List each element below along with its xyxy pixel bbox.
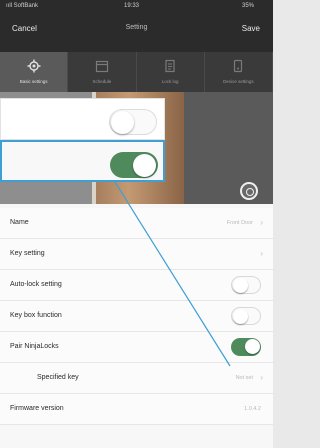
tab-label: Basic settings [19,79,48,84]
calendar-icon [95,60,108,73]
nav-bar: Cancel Setting Save [0,20,273,40]
key-box-toggle[interactable] [231,307,261,325]
auto-lock-toggle[interactable] [231,276,261,294]
page-title: Setting [125,24,148,31]
row-key-box: Key box function [0,301,273,332]
tab-label: Lock log [161,79,179,84]
row-value: Not set [235,375,253,381]
zoomed-toggle-off [109,109,157,135]
row-label: Key box function [10,312,62,319]
carrier-label: ııll SoftBank [6,3,39,9]
toggle-knob [245,339,260,354]
row-pair-ninjalocks: Pair NinjaLocks [0,332,273,363]
save-button[interactable]: Save [242,24,260,33]
app-header: ııll SoftBank 19:33 35% Cancel Setting S… [0,0,273,92]
row-label: Key setting [10,250,45,257]
battery-label: 35% [242,3,255,9]
tab-device-settings[interactable]: Device settings [205,52,273,92]
chevron-right-icon: › [260,218,263,227]
log-icon [165,59,175,73]
row-auto-lock: Auto-lock setting [0,270,273,301]
row-label: Specified key [37,374,79,381]
row-name[interactable]: Name Front Door › [0,208,273,239]
tab-schedule[interactable]: Schedule [68,52,137,92]
row-specified-key[interactable]: Specified key Not set › [0,363,273,394]
row-label: Name [10,219,29,226]
settings-list: Name Front Door › Key setting › Auto-loc… [0,204,273,448]
row-label: Auto-lock setting [10,281,62,288]
toggle-knob [233,309,248,324]
row-label: Firmware version [10,405,64,412]
clock: 19:33 [124,3,140,9]
row-value: Front Door [226,220,253,226]
chevron-right-icon: › [260,373,263,382]
settings-tabbar: Basic settings Schedule Lock log Device … [0,52,273,92]
photo-shadow [184,92,273,204]
toggle-knob [233,278,248,293]
pair-ninjalocks-toggle[interactable] [231,338,261,356]
row-label: Pair NinjaLocks [10,343,59,350]
tab-basic-settings[interactable]: Basic settings [0,52,69,92]
toggle-knob [133,153,156,177]
zoom-callout-on [0,140,165,182]
device-icon [234,59,243,73]
tab-label: Device settings [223,79,254,84]
change-photo-icon[interactable] [240,182,258,200]
row-key-setting[interactable]: Key setting › [0,239,273,270]
toggle-knob [111,111,134,134]
chevron-right-icon: › [260,249,263,258]
status-bar: ııll SoftBank 19:33 35% [0,0,273,14]
tab-label: Schedule [92,79,112,84]
gear-icon [27,59,41,73]
row-value: 1.0.4.2 [244,406,261,412]
zoomed-toggle-on [110,152,158,178]
row-firmware: Firmware version 1.0.4.2 [0,394,273,425]
zoom-callout-off [0,98,165,140]
tab-lock-log[interactable]: Lock log [137,52,205,92]
